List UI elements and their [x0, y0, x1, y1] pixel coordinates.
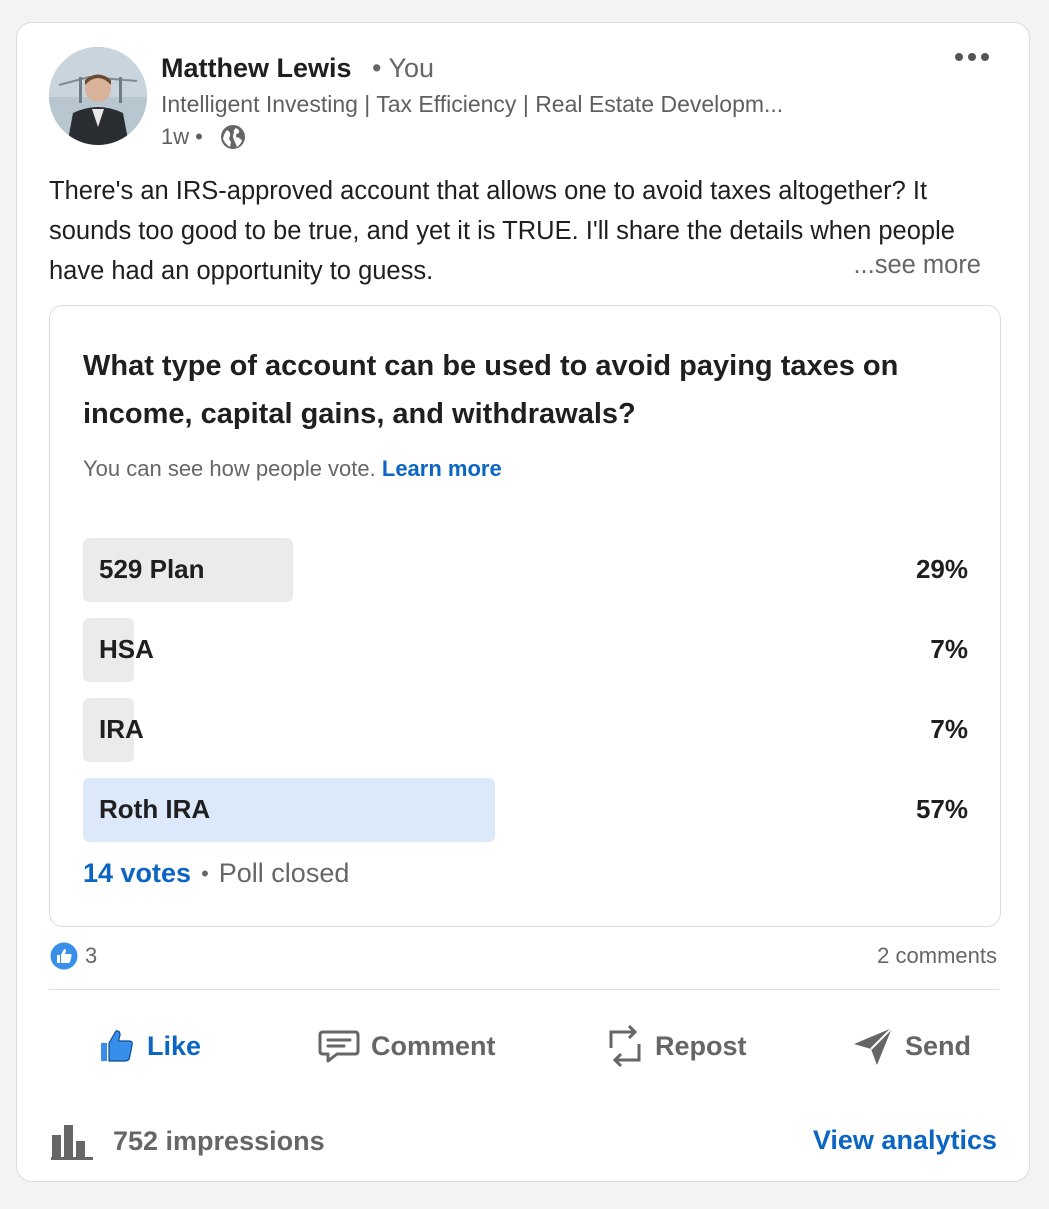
impressions-count: 752 impressions: [113, 1125, 325, 1156]
poll-option-label: 529 Plan: [99, 554, 205, 584]
see-more-link[interactable]: ...see more: [853, 251, 981, 280]
send-button[interactable]: Send: [851, 1021, 971, 1071]
action-bar: Like Comment Repost Send: [49, 1021, 999, 1071]
poll-footer-separator: •: [201, 860, 209, 886]
poll-option: Roth IRA 57%: [83, 778, 968, 842]
vote-count-link[interactable]: 14 votes: [83, 858, 191, 889]
poll-option-percent: 7%: [930, 714, 968, 744]
avatar-photo: [49, 47, 147, 145]
repost-button[interactable]: Repost: [605, 1021, 747, 1071]
poll-option-label: HSA: [99, 634, 154, 664]
repost-icon: [609, 1024, 641, 1068]
poll-footer: 14 votes • Poll closed: [83, 858, 349, 889]
impressions-summary: 752 impressions: [49, 1121, 325, 1161]
send-icon: [854, 1027, 893, 1065]
post-meta: 1w •: [161, 123, 247, 151]
comments-count[interactable]: 2 comments: [877, 943, 997, 969]
poll-option-percent: 29%: [915, 554, 968, 584]
like-label: Like: [147, 1030, 202, 1061]
comment-icon: [318, 1030, 360, 1063]
post-age: 1w: [161, 124, 190, 149]
bar-chart-icon: [51, 1125, 93, 1160]
post-card: Matthew Lewis • You Intelligent Investin…: [16, 22, 1030, 1182]
reaction-count: 3: [85, 943, 98, 968]
comment-button[interactable]: Comment: [317, 1021, 496, 1071]
avatar[interactable]: [49, 47, 147, 145]
poll-status: Poll closed: [218, 858, 350, 888]
divider: [49, 989, 999, 990]
globe-icon: [220, 125, 245, 149]
poll-notice-text: You can see how people vote.: [83, 456, 376, 481]
send-label: Send: [905, 1030, 972, 1061]
poll-option: IRA 7%: [83, 698, 968, 762]
poll-question: What type of account can be used to avoi…: [83, 350, 899, 430]
author-headline: Intelligent Investing | Tax Efficiency |…: [161, 91, 784, 117]
thumbs-up-icon: [101, 1030, 133, 1062]
poll: What type of account can be used to avoi…: [49, 305, 1001, 927]
poll-option-label: Roth IRA: [99, 794, 211, 824]
like-reaction-icon: [49, 941, 79, 971]
comment-label: Comment: [371, 1030, 496, 1061]
repost-label: Repost: [655, 1030, 747, 1061]
poll-option: HSA 7%: [83, 618, 968, 682]
like-button[interactable]: Like: [97, 1021, 201, 1071]
view-analytics-link[interactable]: View analytics: [813, 1125, 997, 1156]
author-name[interactable]: Matthew Lewis: [161, 53, 352, 84]
overflow-menu-icon[interactable]: [955, 53, 989, 61]
poll-option-percent: 57%: [915, 794, 968, 824]
reactions-summary[interactable]: 3: [49, 941, 97, 971]
meta-separator: •: [195, 124, 203, 149]
poll-option: 529 Plan 29%: [83, 538, 968, 602]
poll-option-percent: 7%: [930, 634, 968, 664]
poll-notice: You can see how people vote. Learn more: [83, 456, 502, 482]
learn-more-link[interactable]: Learn more: [382, 456, 502, 481]
author-relation: • You: [372, 53, 435, 83]
poll-option-label: IRA: [99, 714, 144, 744]
